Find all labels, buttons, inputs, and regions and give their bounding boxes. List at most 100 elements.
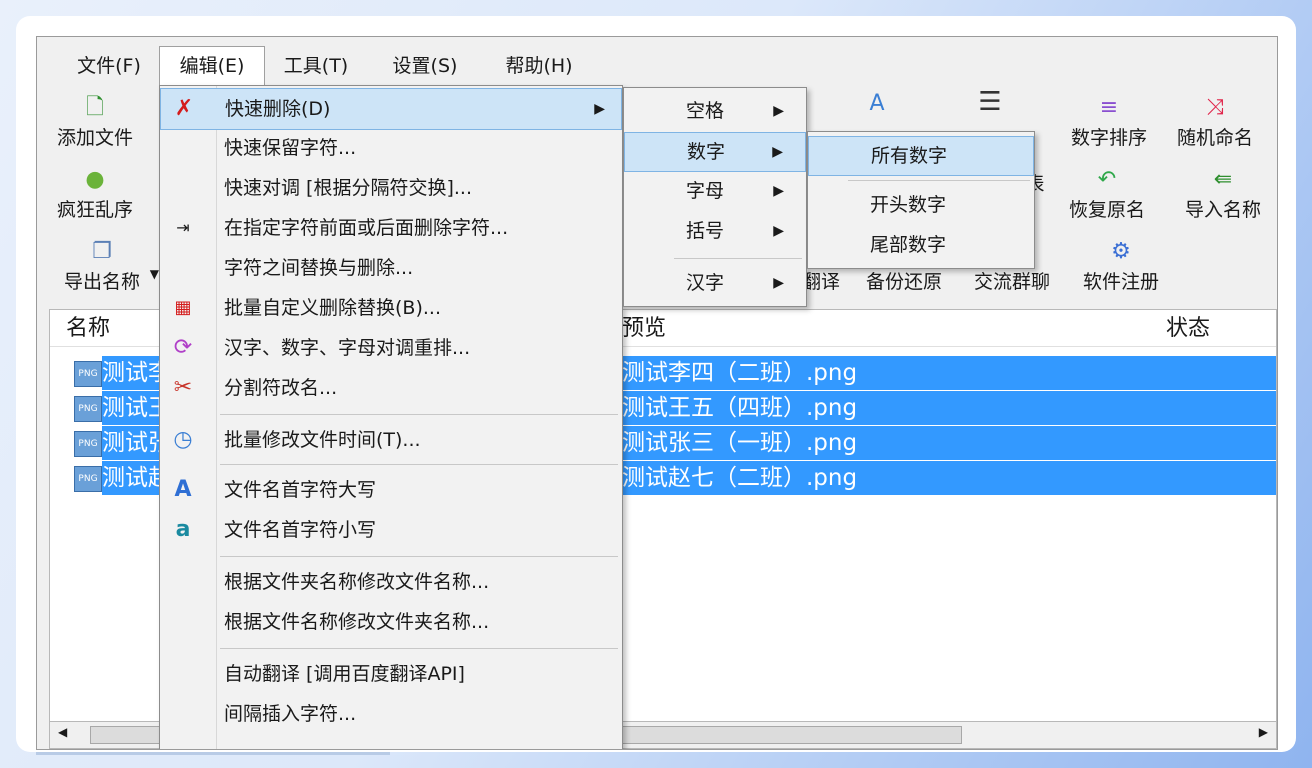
- gear-icon: ⚙: [1111, 239, 1131, 264]
- menu-item-file-time[interactable]: ◷ 批量修改文件时间(T)...: [160, 420, 622, 460]
- quick-delete-submenu: 空格 ▶ 数字 ▶ 字母 ▶ 括号 ▶ 汉字 ▶: [623, 87, 807, 307]
- decorative-underline: [36, 752, 390, 755]
- menu-item-label: 快速保留字符...: [224, 137, 357, 159]
- backup-restore-button[interactable]: 备份还原: [857, 267, 951, 294]
- translate-button[interactable]: 翻译: [801, 267, 841, 294]
- menu-item-label: 批量修改文件时间(T)...: [224, 429, 421, 451]
- submenu-item-label: 空格: [686, 100, 725, 122]
- menu-item-folder-to-file[interactable]: 根据文件夹名称修改文件名称...: [160, 562, 622, 602]
- restore-name-label: 恢复原名: [1068, 199, 1145, 221]
- table-delete-icon: ▦: [174, 297, 192, 318]
- menu-item-label: 根据文件夹名称修改文件名称...: [224, 571, 490, 593]
- crazy-shuffle-label: 疯狂乱序: [56, 199, 133, 221]
- crazy-shuffle-button[interactable]: ● 疯狂乱序: [47, 167, 143, 222]
- shuffle-face-icon: ●: [85, 167, 105, 192]
- menu-item-label: 文件名首字符小写: [224, 519, 377, 541]
- menu-item-replace-between[interactable]: 字符之间替换与删除...: [160, 248, 622, 288]
- menu-item-label: 自动翻译 [调用百度翻译API]: [224, 663, 465, 685]
- clock-icon: ◷: [173, 427, 193, 452]
- row-preview: 测试张三（一班）.png: [618, 426, 1276, 460]
- row-preview: 测试李四（二班）.png: [618, 356, 1276, 390]
- menu-file[interactable]: 文件(F): [59, 47, 159, 85]
- chat-group-button[interactable]: 交流群聊: [965, 267, 1059, 294]
- register-button[interactable]: ⚙ 软件注册: [1073, 239, 1169, 294]
- sort-lines-icon: ≡: [1099, 95, 1119, 120]
- submenu-item-trailing-numbers[interactable]: 尾部数字: [808, 226, 1034, 264]
- menu-tools[interactable]: 工具(T): [271, 47, 361, 85]
- menu-item-label: 在指定字符前面或后面删除字符...: [224, 217, 509, 239]
- menu-item-uppercase[interactable]: A 文件名首字符大写: [160, 470, 622, 510]
- submenu-arrow-icon: ▶: [594, 101, 605, 117]
- menu-item-reorder[interactable]: ⟳ 汉字、数字、字母对调重排...: [160, 328, 622, 368]
- submenu-item-label: 数字: [687, 141, 726, 163]
- menu-item-split-rename[interactable]: ✂ 分割符改名...: [160, 368, 622, 408]
- menu-item-label: 汉字、数字、字母对调重排...: [224, 337, 471, 359]
- menu-item-label: 文件名首字符大写: [224, 479, 377, 501]
- submenu-item-label: 字母: [686, 180, 725, 202]
- number-sort-button[interactable]: ≡ 数字排序: [1057, 95, 1161, 150]
- menu-item-label: 分割符改名...: [224, 377, 338, 399]
- undo-arrow-icon: ↶: [1097, 167, 1117, 192]
- random-name-button[interactable]: ⤨ 随机命名: [1167, 95, 1263, 150]
- submenu-arrow-icon: ▶: [773, 183, 784, 199]
- menu-item-label: 间隔插入字符...: [224, 703, 357, 725]
- add-file-button[interactable]: 🗋 添加文件: [47, 95, 143, 150]
- menu-separator: [220, 414, 618, 415]
- menu-item-delete-before-after[interactable]: ⇥ 在指定字符前面或后面删除字符...: [160, 208, 622, 248]
- menu-item-lowercase[interactable]: a 文件名首字符小写: [160, 510, 622, 550]
- import-names-button[interactable]: ⇚ 导入名称: [1175, 167, 1271, 222]
- submenu-item-label: 所有数字: [871, 145, 948, 167]
- menu-help[interactable]: 帮助(H): [489, 47, 589, 85]
- refresh-icon: ⟳: [173, 335, 193, 360]
- menu-separator: [220, 648, 618, 649]
- menu-edit[interactable]: 编辑(E): [159, 46, 265, 85]
- menu-item-quick-keep[interactable]: 快速保留字符...: [160, 128, 622, 168]
- number-sort-label: 数字排序: [1070, 127, 1147, 149]
- menu-item-quick-delete[interactable]: ✗ 快速删除(D) ▶: [160, 88, 622, 130]
- scroll-left-icon[interactable]: ◀: [58, 725, 67, 739]
- menu-item-batch-custom[interactable]: ▦ 批量自定义删除替换(B)...: [160, 288, 622, 328]
- menu-item-label: 根据文件名称修改文件夹名称...: [224, 611, 490, 633]
- column-header-name[interactable]: 名称: [66, 310, 110, 346]
- submenu-arrow-icon: ▶: [773, 275, 784, 291]
- submenu-item-number[interactable]: 数字 ▶: [624, 132, 806, 172]
- scroll-right-icon[interactable]: ▶: [1259, 725, 1268, 739]
- menu-item-quick-swap[interactable]: 快速对调 [根据分隔符交换]...: [160, 168, 622, 208]
- menu-separator: [220, 464, 618, 465]
- row-preview: 测试王五（四班）.png: [618, 391, 1276, 425]
- submenu-item-space[interactable]: 空格 ▶: [624, 92, 806, 130]
- submenu-item-all-numbers[interactable]: 所有数字: [808, 136, 1034, 176]
- arrow-to-bar-icon: ⇥: [176, 218, 190, 237]
- delete-x-icon: ✗: [174, 96, 194, 121]
- submenu-arrow-icon: ▶: [773, 223, 784, 239]
- random-name-label: 随机命名: [1176, 127, 1253, 149]
- menu-item-auto-translate[interactable]: 自动翻译 [调用百度翻译API]: [160, 654, 622, 694]
- submenu-item-bracket[interactable]: 括号 ▶: [624, 212, 806, 250]
- restore-name-button[interactable]: ↶ 恢复原名: [1055, 167, 1159, 222]
- column-header-preview[interactable]: 预览: [622, 310, 666, 346]
- row-preview: 测试赵七（二班）.png: [618, 461, 1276, 495]
- numbered-list-icon: ☰: [978, 87, 1002, 117]
- png-file-icon: PNG: [74, 361, 102, 387]
- menu-item-interval-insert[interactable]: 间隔插入字符...: [160, 694, 622, 734]
- submenu-arrow-icon: ▶: [773, 103, 784, 119]
- export-names-button[interactable]: ❐ 导出名称 ▼: [47, 239, 159, 294]
- dropdown-arrow-icon[interactable]: ▼: [150, 267, 159, 281]
- add-file-icon: 🗋: [86, 95, 104, 120]
- number-submenu: 所有数字 开头数字 尾部数字: [807, 131, 1035, 269]
- menu-item-file-to-folder[interactable]: 根据文件名称修改文件夹名称...: [160, 602, 622, 642]
- submenu-item-label: 开头数字: [870, 194, 947, 216]
- uppercase-a-icon: A: [174, 477, 192, 502]
- submenu-item-leading-numbers[interactable]: 开头数字: [808, 186, 1034, 224]
- menu-settings[interactable]: 设置(S): [375, 47, 475, 85]
- submenu-item-letter[interactable]: 字母 ▶: [624, 172, 806, 210]
- register-label: 软件注册: [1082, 271, 1159, 293]
- submenu-separator: [674, 258, 802, 259]
- submenu-item-chinese[interactable]: 汉字 ▶: [624, 264, 806, 302]
- font-tool-icon-wrap[interactable]: A: [857, 91, 897, 119]
- column-header-status[interactable]: 状态: [1166, 310, 1210, 346]
- numbered-list-tool[interactable]: ☰: [965, 89, 1015, 117]
- copy-icon: ❐: [92, 239, 112, 264]
- menu-separator: [220, 556, 618, 557]
- menu-item-label: 批量自定义删除替换(B)...: [224, 297, 441, 319]
